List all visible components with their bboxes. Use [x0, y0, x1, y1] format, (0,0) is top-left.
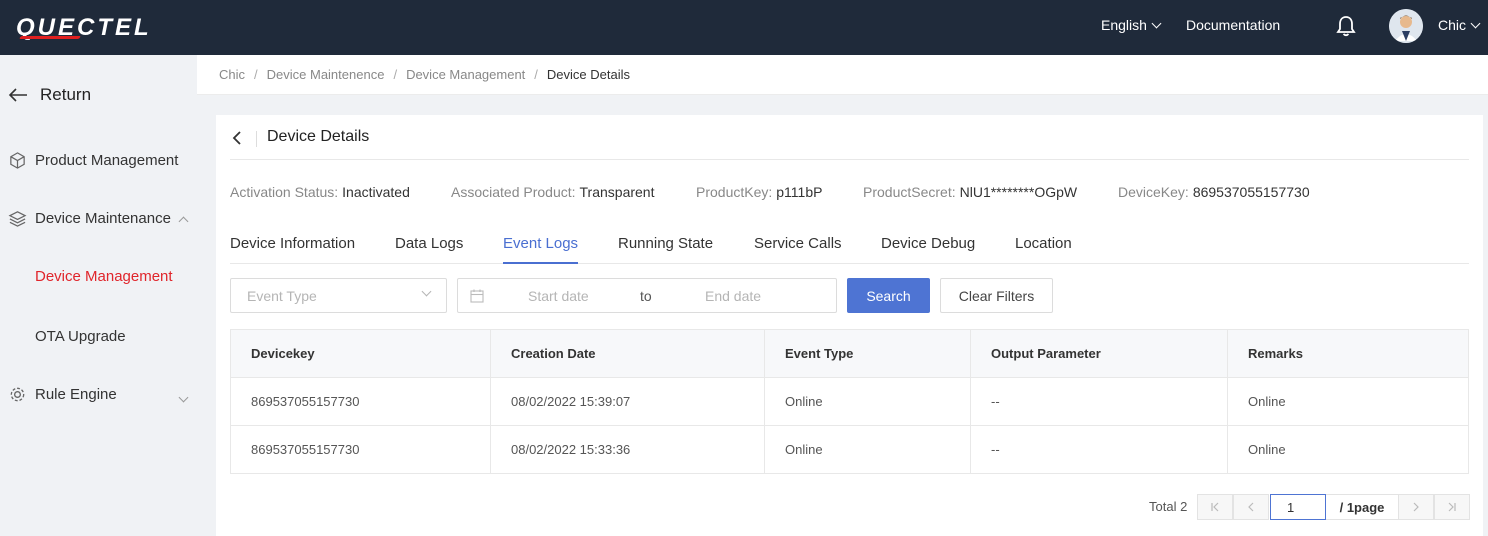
- page-count-label: / 1page: [1326, 494, 1398, 520]
- username-label: Chic: [1438, 17, 1467, 33]
- breadcrumb-item[interactable]: Device Management: [406, 67, 525, 82]
- chevron-down-icon: [1470, 18, 1481, 28]
- start-date-input[interactable]: Start date: [528, 288, 589, 304]
- cell-event-type: Online: [765, 378, 971, 425]
- return-label: Return: [40, 85, 92, 104]
- pagination-total: Total 2: [1149, 499, 1188, 514]
- event-logs-table: Devicekey Creation Date Event Type Outpu…: [230, 329, 1469, 474]
- user-avatar-icon: [1389, 9, 1423, 43]
- tab-location[interactable]: Location: [1015, 235, 1072, 264]
- column-header-creation-date: Creation Date: [491, 330, 765, 377]
- cell-creation-date: 08/02/2022 15:39:07: [491, 378, 765, 425]
- tab-device-information[interactable]: Device Information: [230, 235, 355, 264]
- tab-service-calls[interactable]: Service Calls: [754, 235, 842, 264]
- cell-output-parameter: --: [971, 426, 1228, 473]
- cell-event-type: Online: [765, 426, 971, 473]
- tab-event-logs[interactable]: Event Logs: [503, 235, 579, 264]
- table-header-row: Devicekey Creation Date Event Type Outpu…: [231, 330, 1468, 378]
- sidebar-item-device-maintenance[interactable]: Device Maintenance: [8, 209, 193, 228]
- cell-creation-date: 08/02/2022 15:33:36: [491, 426, 765, 473]
- pagination: Total 2 / 1page: [216, 494, 1483, 520]
- device-key: DeviceKey: 869537055157730: [1118, 184, 1310, 200]
- sidebar-item-label: Product Management: [35, 152, 179, 169]
- prev-page-button[interactable]: [1233, 494, 1269, 520]
- logo-swoosh: [19, 36, 81, 39]
- breadcrumb-current: Device Details: [546, 67, 631, 82]
- sidebar-item-rule-engine[interactable]: Rule Engine: [8, 385, 193, 404]
- breadcrumb-bar: Chic / Device Maintenence / Device Manag…: [197, 55, 1488, 95]
- cell-output-parameter: --: [971, 378, 1228, 425]
- chevron-right-icon: [1413, 502, 1419, 512]
- breadcrumb-item[interactable]: Chic: [219, 67, 245, 82]
- user-menu[interactable]: Chic: [1438, 17, 1481, 33]
- column-header-remarks: Remarks: [1248, 346, 1303, 361]
- sidebar-item-product-management[interactable]: Product Management: [8, 151, 193, 170]
- date-range-picker[interactable]: Start date to End date: [457, 278, 837, 313]
- avatar[interactable]: [1389, 9, 1423, 43]
- tab-device-debug[interactable]: Device Debug: [881, 235, 975, 264]
- detail-tabs: Device Information Data Logs Event Logs …: [230, 235, 1469, 264]
- chevron-up-icon: [178, 212, 189, 229]
- page-number-input[interactable]: [1270, 494, 1326, 520]
- search-button[interactable]: Search: [847, 278, 930, 313]
- column-header-output-parameter: Output Parameter: [971, 330, 1228, 377]
- sidebar-item-label: Device Maintenance: [35, 210, 171, 227]
- first-page-button[interactable]: [1197, 494, 1233, 520]
- breadcrumb-item[interactable]: Device Maintenence: [267, 67, 385, 82]
- device-details-card: Device Details Activation Status: Inactiv…: [216, 115, 1483, 536]
- product-secret: ProductSecret: NlU1********OGpW: [863, 184, 1078, 200]
- column-header-event-type: Event Type: [765, 330, 971, 377]
- sidebar-item-ota-upgrade[interactable]: OTA Upgrade: [35, 328, 126, 345]
- top-bar: QUECTEL English Documentation Chic: [0, 0, 1488, 55]
- calendar-icon: [470, 289, 484, 303]
- end-date-input[interactable]: End date: [705, 288, 761, 304]
- product-key: ProductKey: p111bP: [696, 184, 823, 200]
- cell-devicekey: 869537055157730: [231, 426, 491, 473]
- page-title: Device Details: [267, 128, 370, 145]
- event-type-select[interactable]: Event Type: [230, 278, 447, 313]
- cell-devicekey: 869537055157730: [231, 378, 491, 425]
- language-label: English: [1101, 17, 1147, 33]
- first-page-icon: [1211, 502, 1219, 512]
- tab-running-state[interactable]: Running State: [618, 235, 713, 264]
- last-page-button[interactable]: [1434, 494, 1470, 520]
- sidebar-item-label: Rule Engine: [35, 386, 117, 403]
- gear-icon: [10, 387, 25, 402]
- sidebar: Return Product Management Device Mainten…: [0, 55, 197, 536]
- tab-data-logs[interactable]: Data Logs: [395, 235, 463, 264]
- event-type-placeholder: Event Type: [247, 288, 317, 304]
- clear-filters-button[interactable]: Clear Filters: [940, 278, 1053, 313]
- documentation-link[interactable]: Documentation: [1186, 17, 1280, 33]
- arrow-left-icon: [8, 88, 27, 102]
- layers-icon: [8, 211, 27, 227]
- associated-product: Associated Product: Transparent: [451, 184, 655, 200]
- chevron-down-icon: [421, 286, 432, 297]
- language-selector[interactable]: English: [1101, 17, 1162, 33]
- cell-remarks: Online: [1248, 394, 1286, 409]
- chevron-left-icon: [1248, 502, 1254, 512]
- sidebar-item-device-management[interactable]: Device Management: [35, 268, 173, 285]
- column-header-devicekey: Devicekey: [231, 330, 491, 377]
- cube-icon: [10, 152, 25, 169]
- cell-remarks: Online: [1248, 442, 1286, 457]
- return-button[interactable]: Return: [8, 85, 91, 105]
- date-range-separator: to: [640, 288, 652, 304]
- last-page-icon: [1448, 502, 1456, 512]
- table-row: 869537055157730 08/02/2022 15:33:36 Onli…: [231, 426, 1468, 474]
- next-page-button[interactable]: [1398, 494, 1434, 520]
- activation-status: Activation Status: Inactivated: [230, 184, 410, 200]
- title-row: Device Details: [230, 127, 1469, 160]
- chevron-left-icon[interactable]: [230, 130, 244, 146]
- breadcrumb: Chic / Device Maintenence / Device Manag…: [219, 67, 631, 82]
- bell-icon[interactable]: [1336, 15, 1356, 37]
- table-row: 869537055157730 08/02/2022 15:39:07 Onli…: [231, 378, 1468, 426]
- chevron-down-icon: [1151, 18, 1162, 28]
- chevron-down-icon: [178, 388, 189, 405]
